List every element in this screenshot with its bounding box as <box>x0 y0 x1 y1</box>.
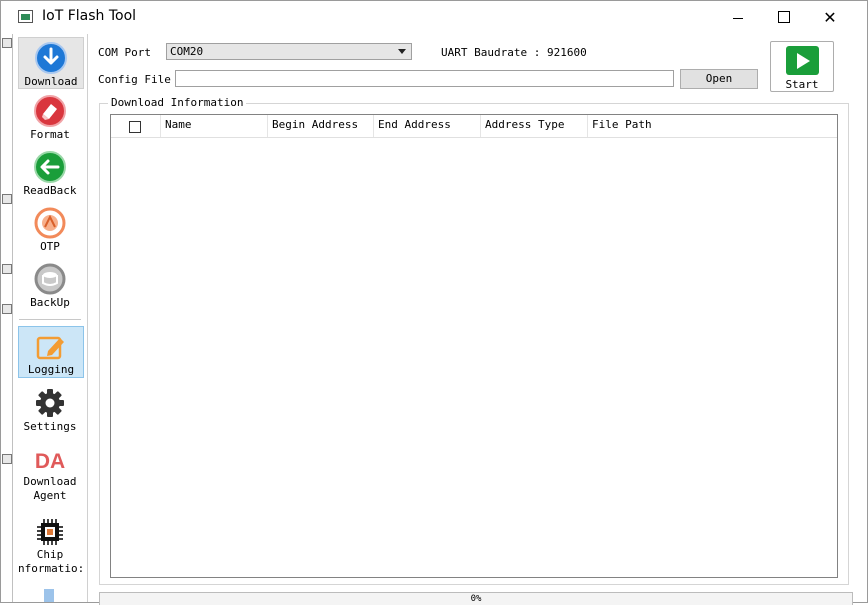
maximize-button[interactable] <box>761 1 807 33</box>
sidebar-item-label: Download <box>24 75 78 88</box>
sidebar-item-label: Format <box>30 128 70 141</box>
edge-marker-icon <box>2 304 12 314</box>
sidebar-item-settings[interactable]: Settings <box>18 384 82 438</box>
select-all-checkbox[interactable] <box>129 121 141 133</box>
sidebar-item-label: Logging <box>27 363 75 376</box>
column-header-file-path[interactable]: File Path <box>588 115 837 137</box>
baudrate-label: UART Baudrate : 921600 <box>441 46 587 59</box>
config-file-label: Config File <box>98 73 171 86</box>
play-icon <box>786 46 819 75</box>
sidebar-divider <box>19 319 81 320</box>
sidebar-item-readback[interactable]: ReadBack <box>18 148 82 198</box>
sidebar-item-label: BackUp <box>30 296 70 309</box>
download-table[interactable]: Name Begin Address End Address Address T… <box>110 114 838 578</box>
sidebar-item-download-agent[interactable]: DA Download Agent <box>18 447 82 509</box>
sidebar-item-label: Chip <box>36 548 64 561</box>
column-header-name[interactable]: Name <box>161 115 268 137</box>
background-window-edge <box>1 34 13 602</box>
backup-icon <box>34 263 66 295</box>
edge-marker-icon <box>2 454 12 464</box>
edge-marker-icon <box>2 264 12 274</box>
edge-marker-icon <box>2 194 12 204</box>
sidebar-item-backup[interactable]: BackUp <box>18 260 82 310</box>
sidebar-item-chip-information[interactable]: Chip nformatio: <box>18 516 85 578</box>
otp-icon <box>34 207 66 239</box>
sidebar-item-label-line2: nformatio: <box>18 562 85 575</box>
close-button[interactable]: ✕ <box>807 1 853 33</box>
download-icon <box>35 42 67 74</box>
group-title: Download Information <box>108 96 247 109</box>
download-agent-icon: DA <box>34 450 66 473</box>
table-header: Name Begin Address End Address Address T… <box>111 115 837 138</box>
column-header-begin-address[interactable]: Begin Address <box>268 115 374 137</box>
sidebar-item-label: Settings <box>23 420 77 433</box>
config-file-input[interactable] <box>175 70 674 87</box>
start-label: Start <box>785 78 819 91</box>
settings-icon <box>36 389 64 417</box>
sidebar-item-logging[interactable]: Logging <box>18 326 84 378</box>
chevron-down-icon <box>398 49 406 54</box>
column-header-address-type[interactable]: Address Type <box>481 115 588 137</box>
com-port-label: COM Port <box>98 46 151 59</box>
sidebar: Download Format ReadBack OTP BackUp Logg… <box>13 34 88 602</box>
start-button[interactable]: Start <box>770 41 834 92</box>
logging-icon <box>36 336 64 360</box>
download-information-group: Download Information Name Begin Address … <box>99 96 849 585</box>
app-icon <box>18 10 33 23</box>
title-bar: IoT Flash Tool ✕ <box>1 1 867 33</box>
format-icon <box>34 95 66 127</box>
sidebar-item-otp[interactable]: OTP <box>18 204 82 254</box>
sidebar-item-label: Download <box>23 475 77 488</box>
minimize-icon <box>733 17 743 19</box>
close-icon: ✕ <box>823 7 837 27</box>
sidebar-more-indicator <box>44 589 54 602</box>
chip-icon <box>37 519 63 545</box>
sidebar-item-format[interactable]: Format <box>18 92 82 142</box>
window-title: IoT Flash Tool <box>42 8 137 24</box>
select-all-column <box>111 115 161 137</box>
app-window: IoT Flash Tool ✕ Download Format ReadBac… <box>0 0 868 605</box>
minimize-button[interactable] <box>715 1 761 33</box>
sidebar-item-label: ReadBack <box>23 184 77 197</box>
main-panel: COM Port COM20 UART Baudrate : 921600 Co… <box>89 34 853 605</box>
sidebar-item-download[interactable]: Download <box>18 37 84 89</box>
open-button[interactable]: Open <box>680 69 758 89</box>
readback-icon <box>34 151 66 183</box>
com-port-select[interactable]: COM20 <box>166 43 412 60</box>
edge-marker-icon <box>2 38 12 48</box>
progress-bar: 0% <box>99 592 853 605</box>
sidebar-item-label-line2: Agent <box>33 489 67 502</box>
com-port-value: COM20 <box>170 45 204 58</box>
maximize-icon <box>778 11 790 23</box>
sidebar-item-label: OTP <box>40 240 60 253</box>
column-header-end-address[interactable]: End Address <box>374 115 481 137</box>
